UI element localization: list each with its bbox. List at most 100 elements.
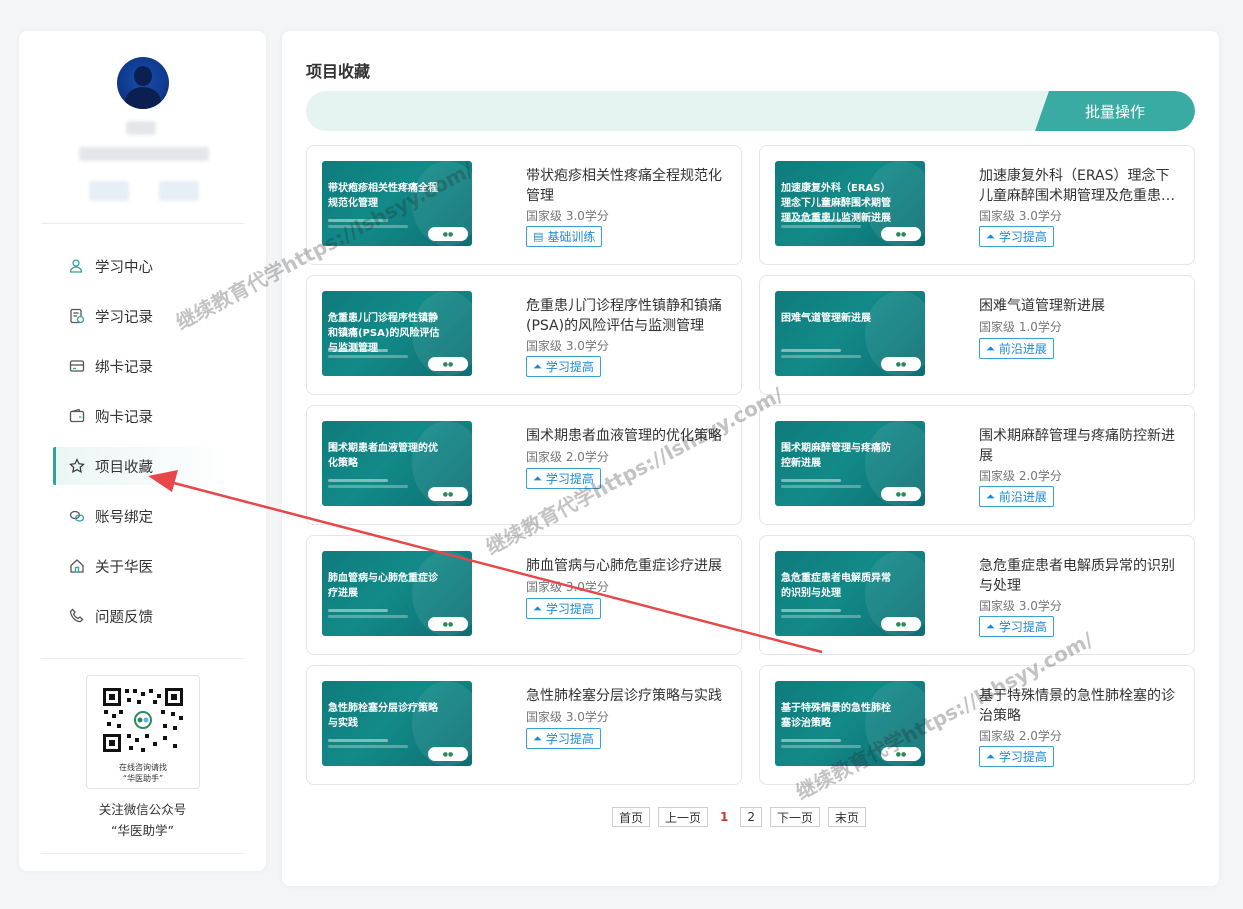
course-card[interactable]: 围术期麻醉管理与疼痛防控新进展 ●● 围术期麻醉管理与疼痛防控新进展国家级 2.0学…	[759, 405, 1195, 525]
course-card[interactable]: 加速康复外科（ERAS）理念下儿童麻醉围术期管理及危重患儿监测新进展 ●● 加速康复…	[759, 145, 1195, 265]
sidebar-item-label: 关于华医	[95, 559, 153, 576]
course-card[interactable]: 困难气道管理新进展 ●● 困难气道管理新进展 国家级 1.0学分 ⏶ 前沿进展	[759, 275, 1195, 395]
course-thumbnail[interactable]: 急性肺栓塞分层诊疗策略与实践 ●●	[322, 681, 472, 766]
thumbnail-title: 围术期患者血液管理的优化策略	[328, 443, 438, 469]
course-thumbnail[interactable]: 基于特殊情景的急性肺栓塞诊治策略 ●●	[775, 681, 925, 766]
thumbnail-line	[781, 739, 841, 742]
course-credit: 国家级 2.0学分	[979, 469, 1062, 483]
tag-icon: ⏶	[533, 731, 542, 745]
course-thumbnail[interactable]: 困难气道管理新进展 ●●	[775, 291, 925, 376]
thumbnail-line	[781, 219, 841, 222]
course-title[interactable]: 急性肺栓塞分层诊疗策略与实践	[526, 686, 726, 706]
course-card[interactable]: 带状疱疹相关性疼痛全程规范化管理 ●● 带状疱疹相关性疼痛全程规范化管理国家级 3.…	[306, 145, 742, 265]
sidebar-item-label: 项目收藏	[95, 459, 153, 476]
current-page: 1	[716, 807, 733, 827]
course-tag: ⏶ 前沿进展	[979, 486, 1054, 507]
blurred-user-info	[79, 147, 209, 161]
follow-text: 关注微信公众号	[98, 802, 187, 817]
course-card[interactable]: 危重患儿门诊程序性镇静和镇痛(PSA)的风险评估与监测管理 ●● 危重患儿门诊程序性…	[306, 275, 742, 395]
sidebar-item-feedback[interactable]: 问题反馈	[53, 597, 233, 635]
course-title[interactable]: 基于特殊情景的急性肺栓塞的诊治策略	[979, 686, 1179, 726]
course-tag: ⏶ 学习提高	[526, 468, 601, 489]
logo-icon: ●●	[428, 227, 468, 241]
first-page-button[interactable]: 首页	[612, 807, 651, 827]
thumbnail-line	[328, 355, 408, 358]
sidebar-item-label: 绑卡记录	[95, 359, 153, 376]
course-thumbnail[interactable]: 肺血管病与心肺危重症诊疗进展 ●●	[322, 551, 472, 636]
divider	[41, 853, 244, 854]
divider	[41, 223, 244, 224]
sidebar-item-about[interactable]: 关于华医	[53, 547, 233, 585]
course-title[interactable]: 困难气道管理新进展	[979, 296, 1179, 316]
sidebar-item-project-favorites[interactable]: 项目收藏	[53, 447, 233, 485]
course-thumbnail[interactable]: 带状疱疹相关性疼痛全程规范化管理 ●●	[322, 161, 472, 246]
page-2-button[interactable]: 2	[740, 807, 763, 827]
course-card[interactable]: 基于特殊情景的急性肺栓塞诊治策略 ●● 基于特殊情景的急性肺栓塞的诊治策略 国家级 2…	[759, 665, 1195, 785]
link-icon	[69, 508, 85, 524]
course-tag: ⏶ 学习提高	[979, 746, 1054, 767]
course-title[interactable]: 肺血管病与心肺危重症诊疗进展	[526, 556, 726, 576]
course-thumbnail[interactable]: 急危重症患者电解质异常的识别与处理 ●●	[775, 551, 925, 636]
thumbnail-line	[328, 609, 388, 612]
course-card[interactable]: 急性肺栓塞分层诊疗策略与实践 ●● 急性肺栓塞分层诊疗策略与实践国家级 3.0学分 ⏶…	[306, 665, 742, 785]
sidebar-item-label: 问题反馈	[95, 609, 153, 626]
logo-icon: ●●	[881, 747, 921, 761]
logo-icon: ●●	[881, 617, 921, 631]
course-tag: ⏶ 学习提高	[979, 226, 1054, 247]
thumbnail-title: 急危重症患者电解质异常的识别与处理	[781, 573, 891, 599]
sidebar: 学习中心 学习记录 绑卡记录 购卡记录 项目收藏 账号绑定 关于华医 问题反馈	[19, 31, 266, 871]
sidebar-item-study-record[interactable]: 学习记录	[53, 297, 233, 335]
course-title[interactable]: 加速康复外科（ERAS）理念下儿童麻醉围术期管理及危重患…	[979, 166, 1179, 206]
course-thumbnail[interactable]: 加速康复外科（ERAS）理念下儿童麻醉围术期管理及危重患儿监测新进展 ●●	[775, 161, 925, 246]
sidebar-item-bind-card-record[interactable]: 绑卡记录	[53, 347, 233, 385]
phone-icon	[69, 608, 85, 624]
course-card[interactable]: 围术期患者血液管理的优化策略 ●● 围术期患者血液管理的优化策略 国家级 2.0学分 ⏶…	[306, 405, 742, 525]
prev-page-button[interactable]: 上一页	[658, 807, 709, 827]
course-tag: ⏶ 学习提高	[526, 598, 601, 619]
tag-label: 基础训练	[547, 230, 596, 244]
batch-operation-button[interactable]: 批量操作	[1035, 91, 1195, 131]
course-title[interactable]: 围术期患者血液管理的优化策略	[526, 426, 726, 446]
logo-icon: ●●	[428, 617, 468, 631]
course-credit: 国家级 3.0学分	[979, 599, 1062, 613]
course-card[interactable]: 肺血管病与心肺危重症诊疗进展 ●● 肺血管病与心肺危重症诊疗进展 国家级 3.0学分 ⏶…	[306, 535, 742, 655]
qr-code	[101, 686, 185, 754]
course-credit: 国家级 3.0学分	[526, 710, 609, 724]
course-tag: ⏶ 学习提高	[526, 356, 601, 377]
action-bar: 批量操作	[306, 91, 1195, 131]
wallet-icon	[69, 408, 85, 424]
last-page-button[interactable]: 末页	[828, 807, 867, 827]
tag-icon: ⏶	[986, 749, 995, 763]
tag-label: 学习提高	[998, 620, 1047, 634]
course-title[interactable]: 急危重症患者电解质异常的识别与处理	[979, 556, 1179, 596]
avatar[interactable]	[117, 57, 169, 109]
tag-label: 前沿进展	[998, 490, 1047, 504]
logo-icon: ●●	[881, 227, 921, 241]
sidebar-item-label: 购卡记录	[95, 409, 153, 426]
thumbnail-line	[781, 609, 841, 612]
thumbnail-line	[328, 479, 388, 482]
course-credit: 国家级 3.0学分	[526, 209, 609, 223]
thumbnail-line	[328, 349, 388, 352]
course-title[interactable]: 带状疱疹相关性疼痛全程规范化管理	[526, 166, 726, 206]
course-thumbnail[interactable]: 围术期患者血液管理的优化策略 ●●	[322, 421, 472, 506]
thumbnail-title: 带状疱疹相关性疼痛全程规范化管理	[328, 183, 438, 209]
user-icon	[69, 258, 85, 274]
sidebar-item-purchase-card-record[interactable]: 购卡记录	[53, 397, 233, 435]
next-page-button[interactable]: 下一页	[770, 807, 821, 827]
thumbnail-line	[781, 485, 861, 488]
follow-text: “华医助学”	[111, 823, 174, 838]
tag-icon: ⏶	[533, 359, 542, 373]
card-icon	[69, 358, 85, 374]
tag-label: 学习提高	[998, 230, 1047, 244]
course-title[interactable]: 危重患儿门诊程序性镇静和镇痛(PSA)的风险评估与监测管理	[526, 296, 726, 336]
course-thumbnail[interactable]: 危重患儿门诊程序性镇静和镇痛(PSA)的风险评估与监测管理 ●●	[322, 291, 472, 376]
course-card[interactable]: 急危重症患者电解质异常的识别与处理 ●● 急危重症患者电解质异常的识别与处理国家级 …	[759, 535, 1195, 655]
sidebar-item-account-binding[interactable]: 账号绑定	[53, 497, 233, 535]
course-title[interactable]: 围术期麻醉管理与疼痛防控新进展	[979, 426, 1179, 466]
sidebar-item-study-center[interactable]: 学习中心	[53, 247, 233, 285]
thumbnail-line	[781, 355, 861, 358]
tag-icon: ⏶	[986, 619, 995, 633]
main-panel: 项目收藏 批量操作 带状疱疹相关性疼痛全程规范化管理 ●● 带状疱疹相关性疼痛全程规…	[282, 31, 1219, 886]
course-thumbnail[interactable]: 围术期麻醉管理与疼痛防控新进展 ●●	[775, 421, 925, 506]
